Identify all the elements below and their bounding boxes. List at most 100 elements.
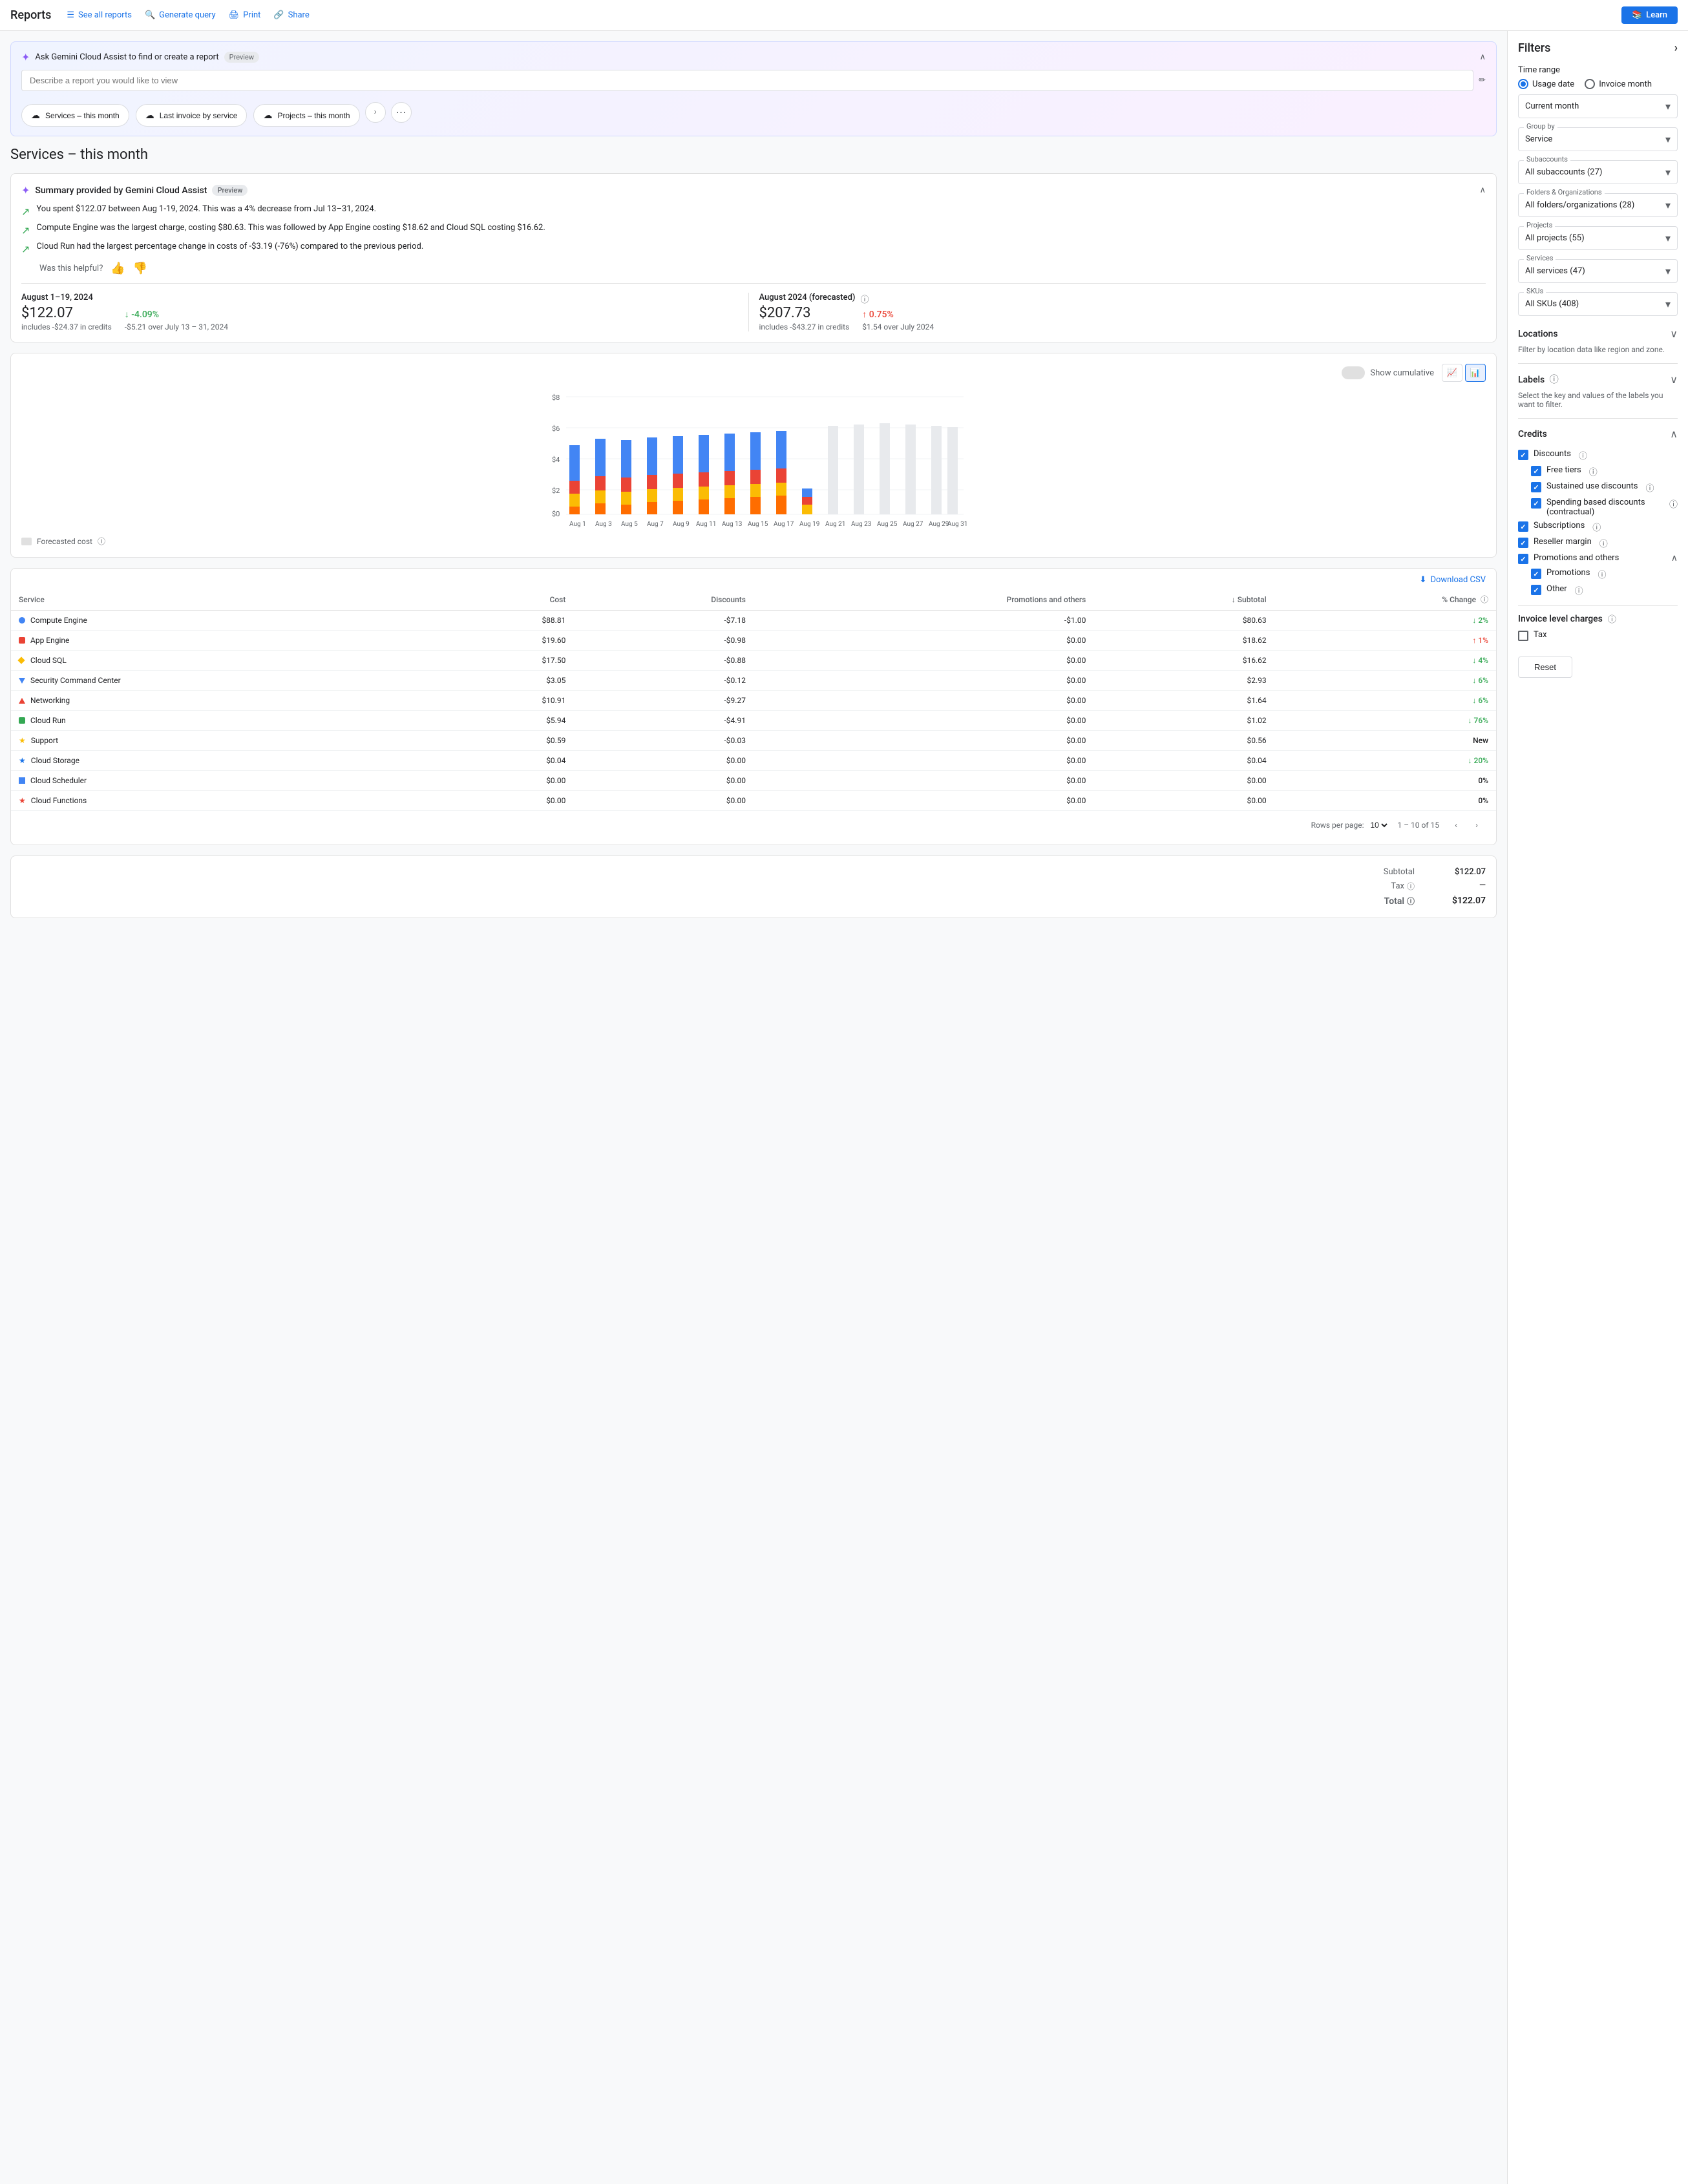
learn-icon: 📚 xyxy=(1632,10,1642,20)
subtotal-value: $122.07 xyxy=(1440,867,1486,877)
chart-controls: Show cumulative 📈 📊 xyxy=(21,364,1486,382)
invoice-month-radio[interactable] xyxy=(1585,79,1595,89)
folders-select[interactable]: Folders & Organizations All folders/orga… xyxy=(1518,193,1678,217)
info-icon-free-tiers: ⓘ xyxy=(1589,465,1598,478)
thumbs-up-button[interactable]: 👍 xyxy=(111,262,125,275)
sustained-checkbox-item[interactable]: Sustained use discounts ⓘ xyxy=(1531,481,1678,494)
summary-collapse-button[interactable]: ∧ xyxy=(1479,185,1486,195)
credits-header[interactable]: Credits ∧ xyxy=(1518,425,1678,443)
invoice-month-option[interactable]: Invoice month xyxy=(1585,79,1652,89)
quick-link-invoice[interactable]: ☁ Last invoice by service xyxy=(136,104,248,127)
group-by-select[interactable]: Group by Service ▾ xyxy=(1518,127,1678,151)
spending-checkbox-item[interactable]: Spending based discounts (contractual) ⓘ xyxy=(1531,498,1678,517)
svg-text:Aug 7: Aug 7 xyxy=(647,521,664,528)
thumbs-down-button[interactable]: 👎 xyxy=(133,262,147,275)
skus-section: SKUs All SKUs (408) ▾ xyxy=(1518,292,1678,316)
svg-text:Aug 11: Aug 11 xyxy=(696,521,716,528)
info-icon-tax: ⓘ xyxy=(1407,881,1415,892)
spending-checkbox[interactable] xyxy=(1531,498,1541,509)
other-checkbox-item[interactable]: Other ⓘ xyxy=(1531,584,1678,596)
cell-discounts: -$4.91 xyxy=(573,711,754,731)
col-subtotal[interactable]: ↓ Subtotal xyxy=(1093,589,1274,611)
other-checkbox[interactable] xyxy=(1531,585,1541,595)
promotions-checkbox[interactable] xyxy=(1531,569,1541,579)
cell-change: ↓ 6% xyxy=(1274,671,1496,691)
collapse-button[interactable]: ∧ xyxy=(1479,52,1486,62)
scroll-right-button[interactable]: › xyxy=(365,102,386,123)
projects-select[interactable]: Projects All projects (55) ▾ xyxy=(1518,226,1678,250)
locations-header[interactable]: Locations ∨ xyxy=(1518,325,1678,342)
discounts-checkbox-item[interactable]: Discounts ⓘ xyxy=(1518,449,1678,461)
svg-text:Aug 9: Aug 9 xyxy=(673,521,690,528)
svg-text:Aug 29: Aug 29 xyxy=(929,521,949,528)
labels-info: Select the key and values of the labels … xyxy=(1518,391,1678,409)
svg-text:Aug 3: Aug 3 xyxy=(595,521,612,528)
bar-chart-button[interactable]: 📊 xyxy=(1465,364,1486,382)
free-tiers-checkbox[interactable] xyxy=(1531,466,1541,476)
gemini-input[interactable] xyxy=(21,70,1473,91)
svg-text:$2: $2 xyxy=(552,487,560,495)
tax-checkbox[interactable] xyxy=(1518,631,1528,641)
usage-date-option[interactable]: Usage date xyxy=(1518,79,1574,89)
cell-service: Cloud SQL xyxy=(11,651,432,671)
promotions-checkbox-item[interactable]: Promotions ⓘ xyxy=(1531,568,1678,580)
share-link[interactable]: 🔗 Share xyxy=(273,10,309,20)
subaccounts-select[interactable]: Subaccounts All subaccounts (27) ▾ xyxy=(1518,160,1678,184)
quick-link-services[interactable]: ☁ Services – this month xyxy=(21,104,129,127)
sustained-checkbox[interactable] xyxy=(1531,482,1541,492)
svg-text:$0: $0 xyxy=(552,510,560,518)
toggle-switch[interactable] xyxy=(1342,366,1365,379)
chart-section: Show cumulative 📈 📊 $8 $6 $4 $2 $0 xyxy=(10,353,1497,558)
cell-discounts: -$0.12 xyxy=(573,671,754,691)
rows-per-page-select[interactable]: 10 25 50 xyxy=(1367,820,1389,830)
cumulative-toggle[interactable]: Show cumulative xyxy=(1342,366,1434,379)
filters-expand-icon[interactable]: › xyxy=(1674,41,1678,55)
folders-section: Folders & Organizations All folders/orga… xyxy=(1518,193,1678,217)
cell-service: Networking xyxy=(11,691,432,711)
labels-header[interactable]: Labels ⓘ ∨ xyxy=(1518,370,1678,388)
next-page-button[interactable]: › xyxy=(1468,816,1486,834)
trend-icon-1: ↗ xyxy=(21,205,30,218)
services-floating-label: Services xyxy=(1524,254,1556,262)
promotions-others-checkbox[interactable] xyxy=(1518,554,1528,564)
subscriptions-checkbox[interactable] xyxy=(1518,521,1528,532)
print-link[interactable]: 🖨 Print xyxy=(229,10,261,20)
trend-icon-3: ↗ xyxy=(21,243,30,255)
scroll-left-button[interactable]: ⋯ xyxy=(391,102,412,123)
table-header-row: Service Cost Discounts Promotions and ot… xyxy=(11,589,1496,611)
quick-link-projects[interactable]: ☁ Projects – this month xyxy=(253,104,359,127)
subscriptions-checkbox-item[interactable]: Subscriptions ⓘ xyxy=(1518,521,1678,533)
usage-date-radio[interactable] xyxy=(1518,79,1528,89)
credits-collapse-icon: ∧ xyxy=(1670,428,1678,440)
services-arrow: ▾ xyxy=(1665,265,1671,277)
free-tiers-checkbox-item[interactable]: Free tiers ⓘ xyxy=(1531,465,1678,478)
learn-button[interactable]: 📚 Learn xyxy=(1621,6,1678,24)
svg-text:Aug 1: Aug 1 xyxy=(569,521,586,528)
reseller-checkbox-item[interactable]: Reseller margin ⓘ xyxy=(1518,537,1678,549)
see-all-reports-link[interactable]: ☰ See all reports xyxy=(67,10,132,20)
discounts-checkbox[interactable] xyxy=(1518,450,1528,460)
cell-promotions: $0.00 xyxy=(754,711,1093,731)
skus-select[interactable]: SKUs All SKUs (408) ▾ xyxy=(1518,292,1678,316)
invoice-level-header[interactable]: Invoice level charges ⓘ xyxy=(1518,613,1678,625)
tax-checkbox-item[interactable]: Tax xyxy=(1518,630,1678,641)
current-month-select[interactable]: Current month ▾ xyxy=(1518,94,1678,118)
info-icon-other: ⓘ xyxy=(1575,584,1583,596)
cell-change: ↓ 20% xyxy=(1274,751,1496,771)
cell-service: App Engine xyxy=(11,631,432,651)
prev-page-button[interactable]: ‹ xyxy=(1447,816,1465,834)
info-icon-change: ⓘ xyxy=(1481,595,1488,604)
gcp-icon-projects: ☁ xyxy=(263,110,272,121)
generate-query-link[interactable]: 🔍 Generate query xyxy=(145,10,216,20)
promotions-others-checkbox-item[interactable]: Promotions and others ∧ xyxy=(1518,553,1678,564)
rows-per-page: Rows per page: 10 25 50 xyxy=(1311,820,1390,830)
reset-button[interactable]: Reset xyxy=(1518,656,1572,678)
line-chart-button[interactable]: 📈 xyxy=(1442,364,1462,382)
cell-subtotal: $0.00 xyxy=(1093,791,1274,811)
reseller-checkbox[interactable] xyxy=(1518,538,1528,548)
services-select[interactable]: Services All services (47) ▾ xyxy=(1518,259,1678,283)
download-csv-button[interactable]: ⬇ Download CSV xyxy=(1420,575,1486,585)
cell-cost: $88.81 xyxy=(432,611,573,631)
pagination: Rows per page: 10 25 50 1 – 10 of 15 ‹ › xyxy=(11,811,1496,839)
cell-subtotal: $1.02 xyxy=(1093,711,1274,731)
